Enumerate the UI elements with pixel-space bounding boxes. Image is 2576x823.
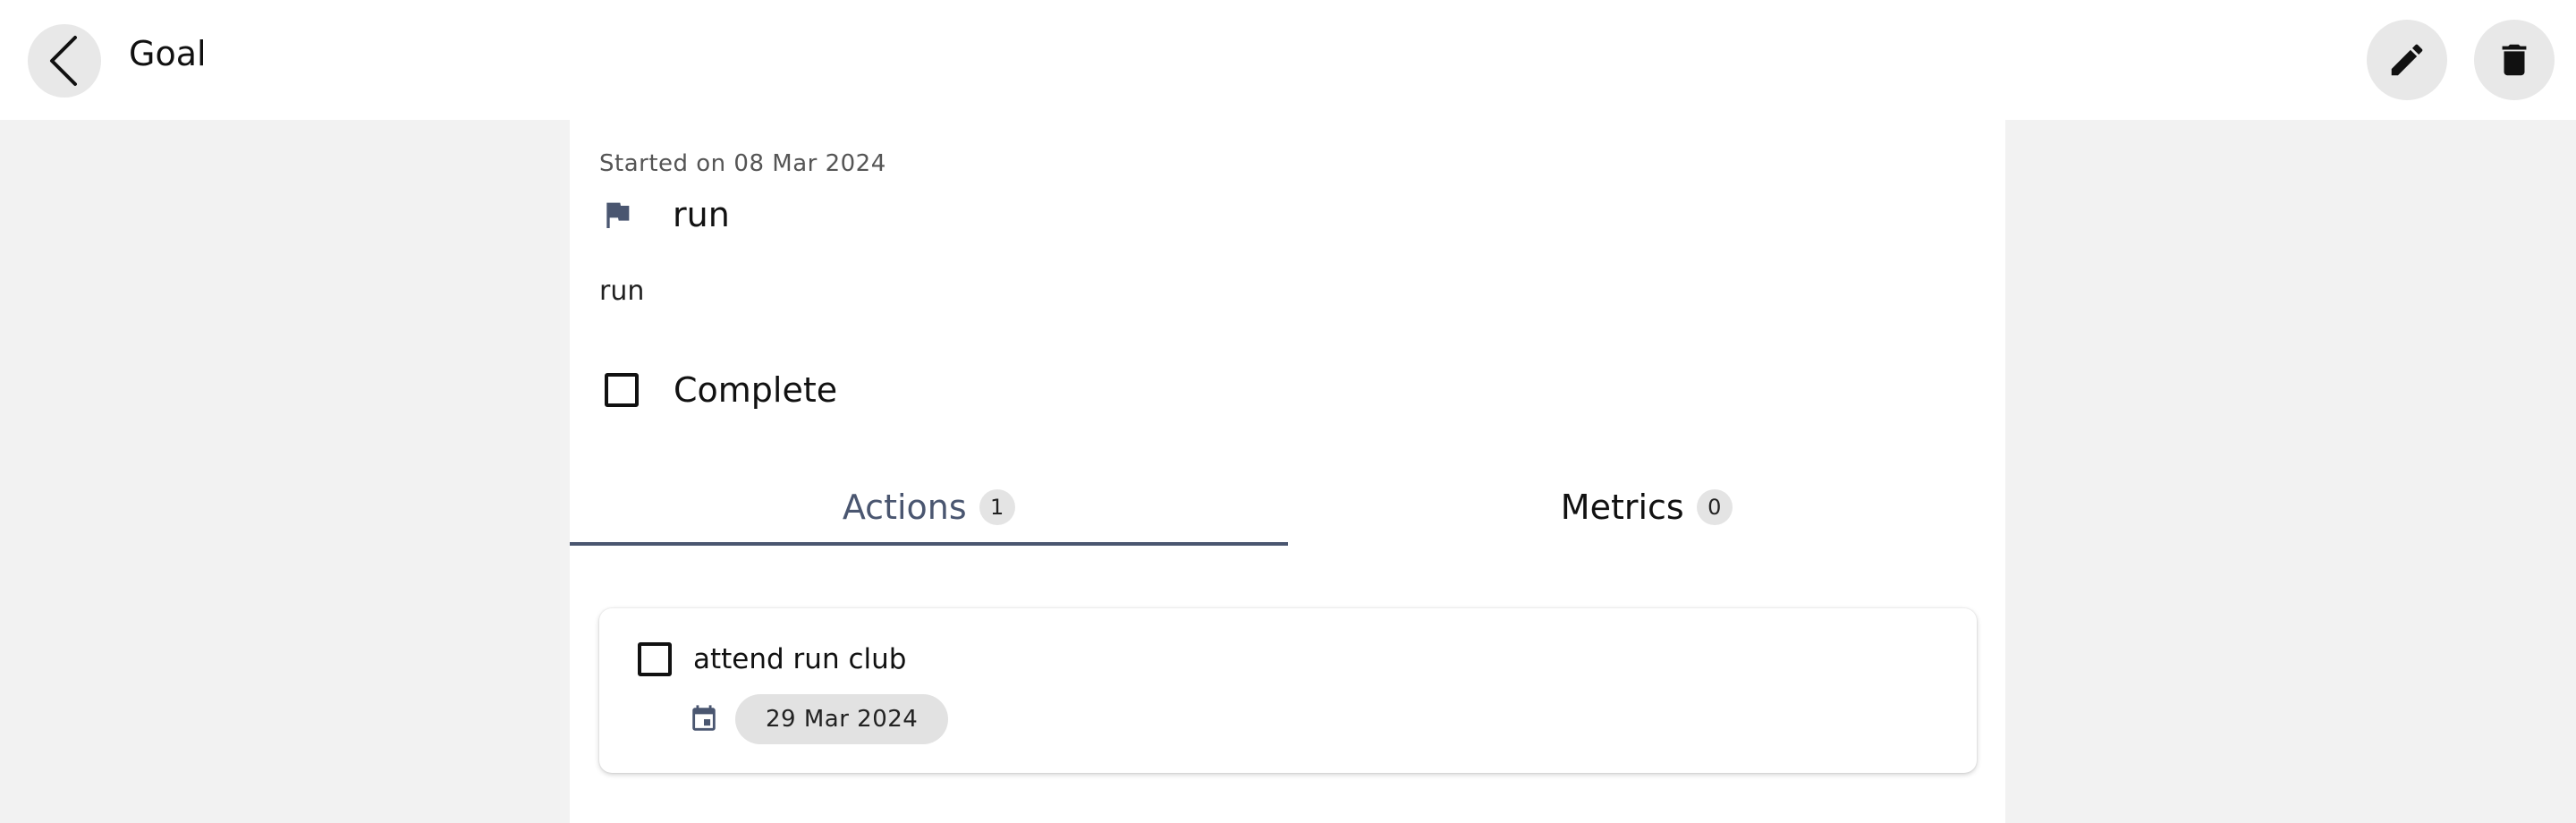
delete-button[interactable] xyxy=(2474,20,2555,100)
flag-icon xyxy=(606,202,630,228)
due-date-chip[interactable]: 29 Mar 2024 xyxy=(735,694,949,744)
trash-icon xyxy=(2502,44,2527,76)
chevron-left-icon xyxy=(50,36,77,86)
complete-checkbox[interactable] xyxy=(605,373,639,407)
action-card[interactable]: attend run club 29 Mar 2024 xyxy=(599,608,1977,773)
action-title: attend run club xyxy=(693,643,907,675)
complete-label: Complete xyxy=(674,370,838,410)
action-checkbox[interactable] xyxy=(638,642,672,676)
complete-toggle[interactable]: Complete xyxy=(605,370,837,410)
goal-detail-panel: Started on 08 Mar 2024 run run Complete … xyxy=(570,120,2005,823)
back-button[interactable] xyxy=(28,24,101,98)
calendar-icon xyxy=(692,705,716,731)
pencil-icon xyxy=(2391,44,2423,76)
tab-actions[interactable]: Actions 1 xyxy=(570,469,1288,546)
app-bar: Goal xyxy=(0,0,2576,120)
tab-actions-count-badge: 1 xyxy=(979,489,1015,525)
tab-metrics[interactable]: Metrics 0 xyxy=(1288,469,2006,546)
tab-metrics-label: Metrics xyxy=(1560,488,1684,527)
started-date-text: Started on 08 Mar 2024 xyxy=(599,150,886,177)
goal-description: run xyxy=(599,276,645,307)
tab-bar: Actions 1 Metrics 0 xyxy=(570,469,2005,546)
tab-actions-label: Actions xyxy=(842,488,967,527)
edit-button[interactable] xyxy=(2367,20,2447,100)
goal-title: run xyxy=(673,195,730,234)
tab-metrics-count-badge: 0 xyxy=(1696,489,1733,525)
page-title: Goal xyxy=(129,34,207,73)
goal-title-row: run xyxy=(599,195,730,234)
action-date-row: 29 Mar 2024 xyxy=(689,694,949,744)
action-row: attend run club xyxy=(638,642,906,676)
